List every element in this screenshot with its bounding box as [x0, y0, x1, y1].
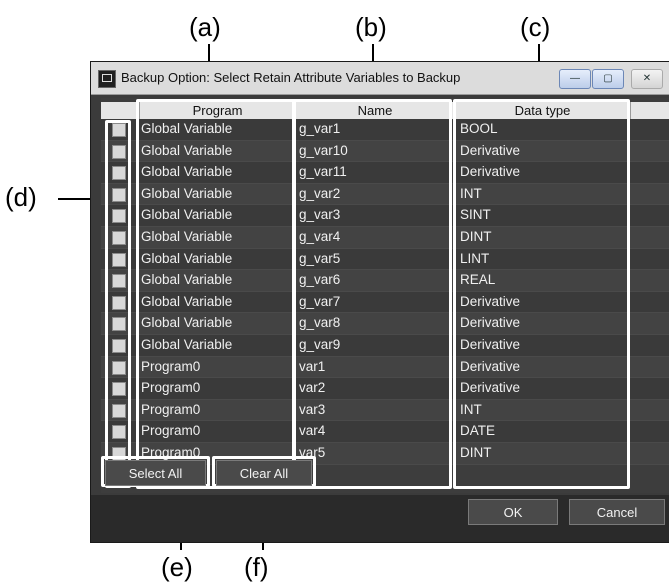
variables-table: Program Name Data type Global Variable g_…	[101, 98, 669, 493]
backup-option-dialog: Backup Option: Select Retain Attribute V…	[90, 61, 669, 543]
maximize-button[interactable]: ▢	[592, 69, 624, 89]
minimize-button[interactable]: —	[559, 69, 591, 89]
callout-a: (a)	[189, 12, 221, 42]
column-header-extra	[631, 102, 669, 119]
app-icon	[98, 70, 116, 88]
highlight-box-a-program	[136, 99, 296, 489]
callout-c: (c)	[520, 12, 551, 42]
highlight-box-c-data-type	[453, 99, 630, 489]
dialog-footer: Select All Clear All OK Cancel	[91, 456, 669, 542]
callout-e: (e)	[161, 552, 193, 582]
callout-d: (d)	[5, 182, 37, 212]
highlight-box-b-name	[292, 99, 452, 489]
callout-b: (b)	[355, 12, 387, 42]
cancel-button[interactable]: Cancel	[569, 499, 665, 525]
clear-all-button[interactable]: Clear All	[216, 460, 312, 486]
window-title: Backup Option: Select Retain Attribute V…	[121, 70, 461, 85]
title-bar: Backup Option: Select Retain Attribute V…	[91, 62, 669, 95]
column-header-checkbox	[101, 102, 140, 119]
highlight-box-d-checkboxes	[105, 120, 131, 488]
callout-f: (f)	[244, 552, 269, 582]
close-button[interactable]: ✕	[631, 69, 663, 89]
select-all-button[interactable]: Select All	[105, 460, 206, 486]
ok-button[interactable]: OK	[468, 499, 558, 525]
